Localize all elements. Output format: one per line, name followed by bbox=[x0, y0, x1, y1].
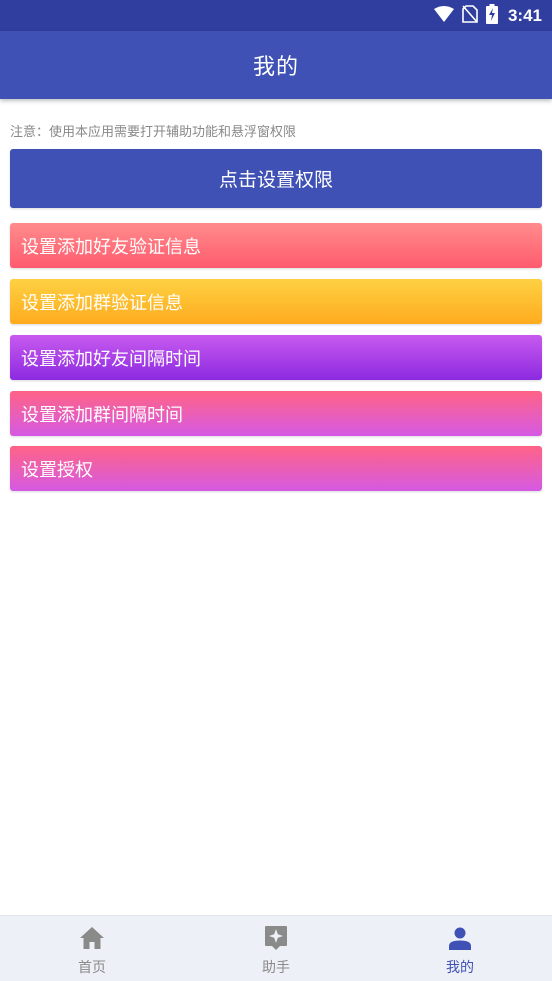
friend-interval-button[interactable]: 设置添加好友间隔时间 bbox=[10, 335, 542, 380]
wifi-icon bbox=[433, 5, 454, 26]
authorization-button[interactable]: 设置授权 bbox=[10, 446, 542, 491]
set-permission-button[interactable]: 点击设置权限 bbox=[10, 149, 542, 208]
menu-button-label: 设置授权 bbox=[21, 459, 93, 481]
status-bar: 3:41 bbox=[0, 0, 552, 31]
home-icon bbox=[79, 925, 105, 951]
set-permission-button-label: 点击设置权限 bbox=[218, 169, 333, 191]
status-icons: 3:41 bbox=[433, 0, 542, 31]
group-interval-button[interactable]: 设置添加群间隔时间 bbox=[10, 391, 542, 436]
nav-item-assistant[interactable]: 助手 bbox=[184, 916, 368, 981]
nav-item-home[interactable]: 首页 bbox=[0, 916, 184, 981]
permission-notice: 注意：使用本应用需要打开辅助功能和悬浮窗权限 bbox=[10, 125, 297, 140]
menu-button-label: 设置添加好友间隔时间 bbox=[21, 348, 201, 370]
menu-button-label: 设置添加群间隔时间 bbox=[21, 404, 183, 426]
person-icon bbox=[447, 925, 473, 951]
menu-button-label: 设置添加好友验证信息 bbox=[21, 236, 201, 258]
page-title: 我的 bbox=[252, 55, 299, 80]
battery-charging-icon bbox=[485, 3, 498, 28]
friend-verify-message-button[interactable]: 设置添加好友验证信息 bbox=[10, 223, 542, 268]
nav-label-mine: 我的 bbox=[446, 960, 474, 976]
bottom-nav: 首页 助手 我的 bbox=[0, 915, 552, 981]
app-bar: 我的 bbox=[0, 31, 552, 99]
menu-button-label: 设置添加群验证信息 bbox=[21, 292, 183, 314]
assistant-icon bbox=[263, 925, 289, 951]
status-time: 3:41 bbox=[507, 5, 542, 25]
screen: 3:41 我的 注意：使用本应用需要打开辅助功能和悬浮窗权限 点击设置权限 设置… bbox=[0, 0, 552, 981]
nav-label-assistant: 助手 bbox=[262, 960, 290, 976]
nav-label-home: 首页 bbox=[78, 960, 106, 976]
no-sim-icon bbox=[462, 4, 478, 27]
group-verify-message-button[interactable]: 设置添加群验证信息 bbox=[10, 279, 542, 324]
nav-item-mine[interactable]: 我的 bbox=[368, 916, 552, 981]
